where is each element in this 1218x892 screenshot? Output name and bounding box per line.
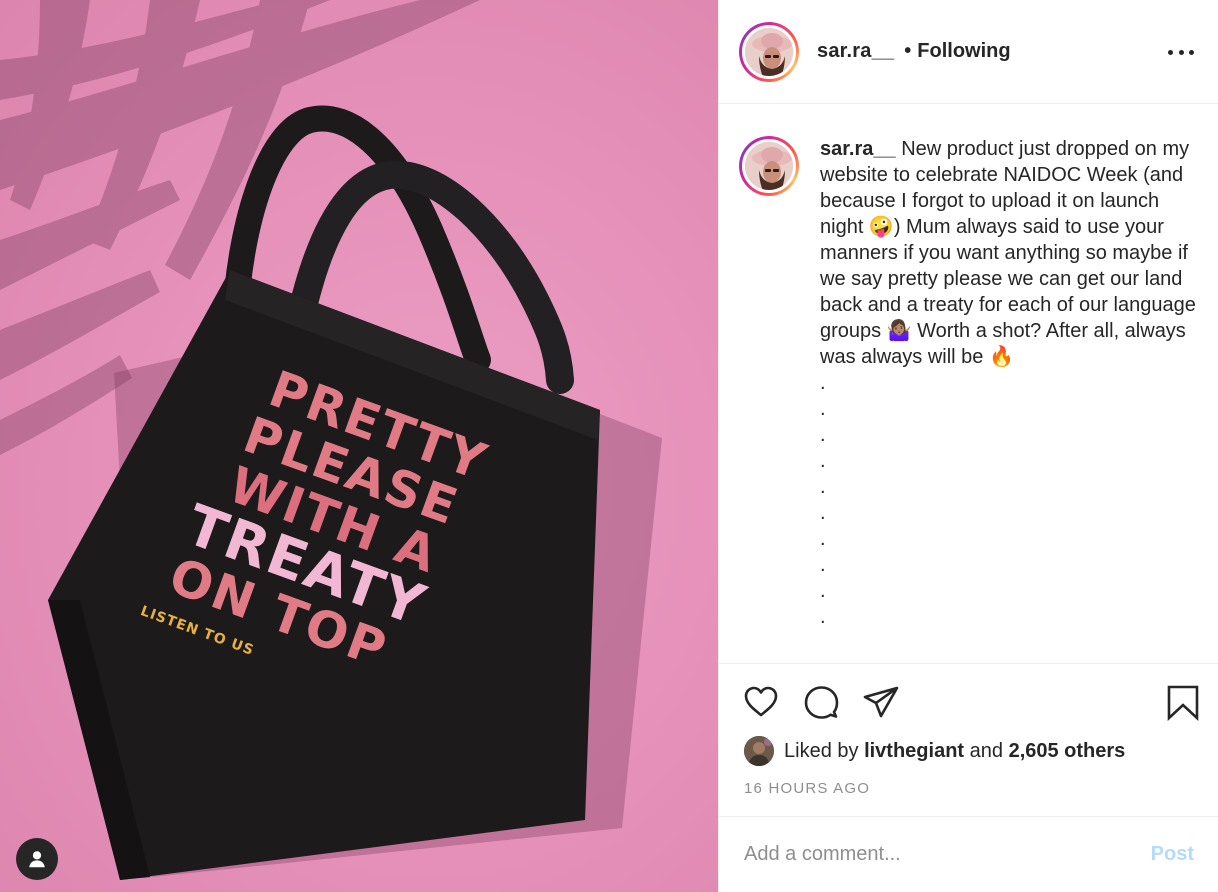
caption-dot: . bbox=[820, 450, 826, 472]
comment-input[interactable] bbox=[744, 843, 1151, 866]
heart-icon bbox=[744, 686, 778, 717]
post-header: sar.ra__ • Following bbox=[719, 0, 1218, 104]
likes-summary: Liked by livthegiant and 2,605 others bbox=[744, 736, 1125, 766]
comment-button[interactable] bbox=[801, 682, 841, 722]
caption-dot: . bbox=[820, 476, 826, 498]
caption-dot: . bbox=[820, 554, 826, 576]
author-avatar[interactable] bbox=[739, 21, 799, 82]
author-username[interactable]: sar.ra__ bbox=[817, 40, 894, 63]
caption-dot: . bbox=[820, 424, 826, 446]
caption-dot: . bbox=[820, 398, 826, 420]
like-button[interactable] bbox=[741, 682, 781, 722]
caption-dot: . bbox=[820, 528, 826, 550]
user-icon bbox=[29, 851, 45, 868]
comment-icon bbox=[804, 686, 839, 719]
profile-photo bbox=[745, 27, 793, 76]
likes-count-link[interactable]: 2,605 others bbox=[1009, 740, 1126, 763]
more-icon bbox=[1168, 49, 1173, 55]
caption-username[interactable]: sar.ra__ bbox=[820, 138, 896, 160]
bookmark-icon bbox=[1167, 685, 1199, 721]
caption-dot: . bbox=[820, 502, 826, 524]
caption-body: New product just dropped on my website t… bbox=[820, 138, 1196, 368]
caption-section: sar.ra__ New product just dropped on my … bbox=[719, 104, 1218, 664]
caption-dot: . bbox=[820, 606, 826, 628]
likes-prefix: Liked by bbox=[784, 739, 859, 762]
profile-photo bbox=[745, 142, 793, 190]
caption-text: sar.ra__ New product just dropped on my … bbox=[820, 136, 1202, 663]
liker-photo bbox=[744, 736, 774, 766]
liker-avatar[interactable] bbox=[744, 736, 774, 766]
more-options-button[interactable] bbox=[1168, 40, 1194, 64]
save-button[interactable] bbox=[1163, 682, 1203, 722]
action-bar bbox=[719, 664, 1218, 738]
likes-middle: and bbox=[969, 739, 1004, 762]
caption-author-avatar[interactable] bbox=[739, 136, 799, 196]
liker-username[interactable]: livthegiant bbox=[864, 740, 964, 763]
paper-plane-icon bbox=[863, 686, 899, 718]
tote-bag-photo: PRETTY PLEASE WITH A TREATY ON TOP LISTE… bbox=[0, 0, 662, 880]
post-comment-button[interactable]: Post bbox=[1151, 843, 1194, 866]
share-button[interactable] bbox=[861, 682, 901, 722]
post-media[interactable]: PRETTY PLEASE WITH A TREATY ON TOP LISTE… bbox=[0, 0, 718, 892]
tagged-users-button[interactable] bbox=[16, 838, 58, 880]
caption-dot: . bbox=[820, 372, 826, 394]
post-timestamp[interactable]: 16 HOURS AGO bbox=[744, 780, 870, 797]
caption-dot: . bbox=[820, 580, 826, 602]
separator-dot: • bbox=[904, 40, 912, 62]
comment-form: Post bbox=[718, 816, 1218, 892]
following-button[interactable]: Following bbox=[917, 40, 1010, 63]
caption-dots: . . . . . . . . . . bbox=[820, 370, 1202, 630]
